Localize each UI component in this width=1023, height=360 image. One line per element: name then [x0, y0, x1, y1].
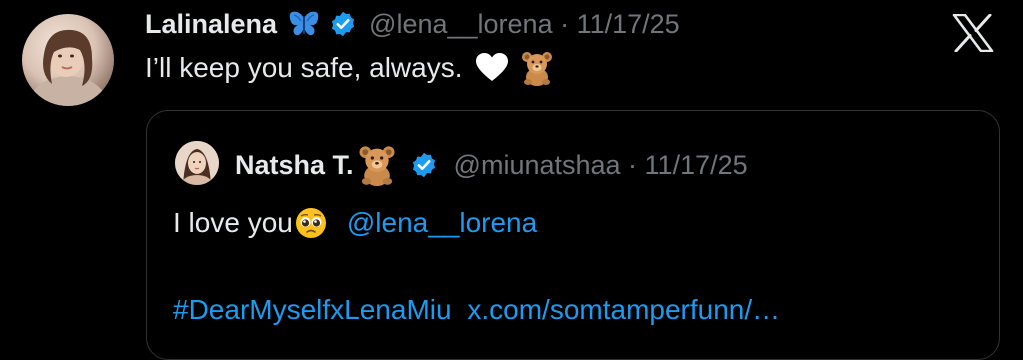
teddy-bear-icon	[519, 50, 555, 86]
url-link[interactable]: x.com/somtamperfunn/…	[467, 294, 780, 325]
teddy-bear-icon	[356, 144, 398, 186]
author-avatar-image	[28, 29, 108, 106]
quoted-tweet-text-content: I love you	[173, 207, 293, 238]
verified-badge-icon	[329, 10, 357, 38]
quoted-author-name[interactable]: Natsha T.	[235, 150, 354, 181]
author-handle-and-date[interactable]: @lena__lorena · 11/17/25	[369, 9, 680, 40]
quoted-tweet-header: Natsha T. @miunatshaa · 11/17/25	[235, 144, 748, 186]
author-avatar[interactable]	[22, 14, 114, 106]
quoted-tweet-links: #DearMyselfxLenaMiu x.com/somtamperfunn/…	[173, 294, 780, 326]
tweet-text: I’ll keep you safe, always.	[145, 50, 555, 86]
butterfly-icon	[289, 10, 319, 38]
quoted-author-avatar-image	[175, 141, 219, 185]
quoted-tweet-card[interactable]: Natsha T. @miunatshaa · 11/17/25 I love …	[146, 110, 1000, 360]
quoted-tweet-text: I love you @lena__lorena	[173, 207, 537, 239]
hashtag-link[interactable]: #DearMyselfxLenaMiu	[173, 294, 452, 325]
white-heart-icon	[475, 53, 509, 83]
verified-badge-icon	[410, 151, 438, 179]
tweet-header: Lalinalena @lena__lorena · 11/17/25	[145, 6, 680, 42]
mention-link[interactable]: @lena__lorena	[347, 207, 537, 239]
quoted-author-avatar[interactable]	[175, 141, 219, 185]
tweet-text-content: I’ll keep you safe, always.	[145, 52, 463, 83]
author-name[interactable]: Lalinalena	[145, 9, 277, 40]
pleading-face-icon	[295, 207, 327, 239]
quoted-author-handle-and-date[interactable]: @miunatshaa · 11/17/25	[454, 150, 748, 181]
x-logo-icon[interactable]	[952, 13, 994, 53]
